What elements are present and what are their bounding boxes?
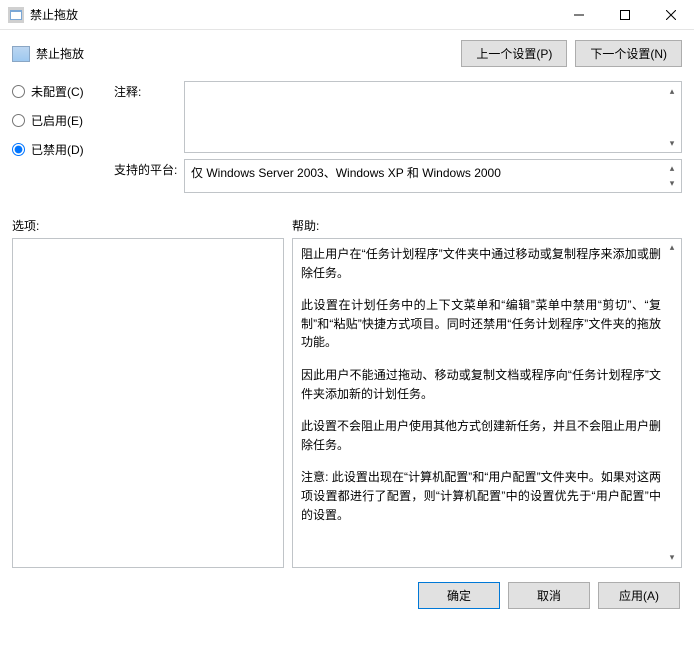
- app-icon: [8, 7, 24, 23]
- next-setting-button[interactable]: 下一个设置(N): [575, 40, 682, 67]
- radio-enabled-input[interactable]: [12, 114, 25, 127]
- policy-title: 禁止拖放: [36, 45, 461, 62]
- help-paragraph: 阻止用户在“任务计划程序”文件夹中通过移动或复制程序来添加或删除任务。: [301, 245, 661, 282]
- scroll-up-icon[interactable]: ▴: [664, 161, 680, 176]
- radio-enabled-label: 已启用(E): [31, 112, 83, 129]
- platform-label: 支持的平台:: [114, 159, 184, 178]
- dialog-footer: 确定 取消 应用(A): [0, 568, 694, 621]
- help-paragraph: 因此用户不能通过拖动、移动或复制文档或程序向“任务计划程序”文件夹添加新的计划任…: [301, 366, 661, 403]
- apply-button[interactable]: 应用(A): [598, 582, 680, 609]
- close-button[interactable]: [648, 0, 694, 29]
- window-title: 禁止拖放: [30, 6, 556, 23]
- title-bar: 禁止拖放: [0, 0, 694, 30]
- help-section-label: 帮助:: [292, 217, 319, 234]
- help-paragraph: 此设置不会阻止用户使用其他方式创建新任务，并且不会阻止用户删除任务。: [301, 417, 661, 454]
- header: 禁止拖放 上一个设置(P) 下一个设置(N): [12, 40, 682, 67]
- policy-icon: [12, 46, 30, 62]
- options-section-label: 选项:: [12, 217, 292, 234]
- scroll-up-icon[interactable]: ▴: [664, 240, 680, 256]
- minimize-button[interactable]: [556, 0, 602, 29]
- radio-not-configured[interactable]: 未配置(C): [12, 83, 104, 100]
- radio-disabled-input[interactable]: [12, 143, 25, 156]
- window-controls: [556, 0, 694, 29]
- radio-not-configured-input[interactable]: [12, 85, 25, 98]
- ok-button[interactable]: 确定: [418, 582, 500, 609]
- previous-setting-button[interactable]: 上一个设置(P): [461, 40, 567, 67]
- platform-scrollbar[interactable]: ▴ ▾: [664, 161, 680, 191]
- help-paragraph: 此设置在计划任务中的上下文菜单和“编辑”菜单中禁用“剪切”、“复制”和“粘贴”快…: [301, 296, 661, 352]
- radio-enabled[interactable]: 已启用(E): [12, 112, 104, 129]
- cancel-button[interactable]: 取消: [508, 582, 590, 609]
- radio-not-configured-label: 未配置(C): [31, 83, 84, 100]
- help-paragraph: 注意: 此设置出现在“计算机配置”和“用户配置”文件夹中。如果对这两项设置都进行…: [301, 468, 661, 524]
- comment-scrollbar[interactable]: ▴ ▾: [664, 83, 680, 151]
- options-panel: [12, 238, 284, 568]
- comment-textbox[interactable]: ▴ ▾: [184, 81, 682, 153]
- radio-disabled-label: 已禁用(D): [31, 141, 84, 158]
- comment-label: 注释:: [114, 81, 184, 100]
- scroll-down-icon[interactable]: ▾: [664, 550, 680, 566]
- help-scrollbar[interactable]: ▴ ▾: [664, 240, 680, 566]
- help-panel: 阻止用户在“任务计划程序”文件夹中通过移动或复制程序来添加或删除任务。 此设置在…: [292, 238, 682, 568]
- maximize-button[interactable]: [602, 0, 648, 29]
- scroll-up-icon[interactable]: ▴: [664, 83, 680, 99]
- platform-value: 仅 Windows Server 2003、Windows XP 和 Windo…: [191, 164, 501, 181]
- state-radio-group: 未配置(C) 已启用(E) 已禁用(D): [12, 81, 104, 199]
- radio-disabled[interactable]: 已禁用(D): [12, 141, 104, 158]
- platform-textbox: 仅 Windows Server 2003、Windows XP 和 Windo…: [184, 159, 682, 193]
- scroll-down-icon[interactable]: ▾: [664, 135, 680, 151]
- scroll-down-icon[interactable]: ▾: [664, 176, 680, 191]
